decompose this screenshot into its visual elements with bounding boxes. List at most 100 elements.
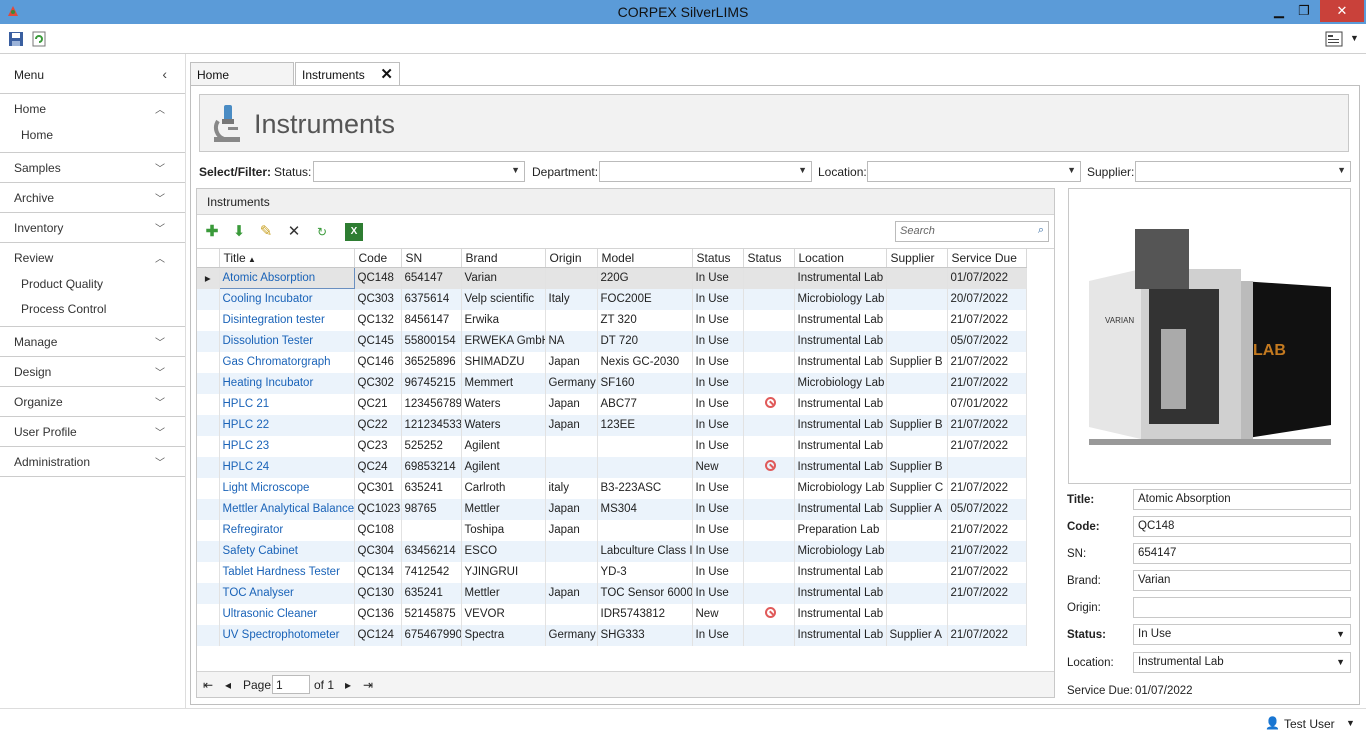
table-cell[interactable]: SHIMADZU xyxy=(461,351,546,373)
table-cell[interactable]: Microbiology Lab xyxy=(794,372,887,394)
table-cell[interactable]: 21/07/2022 xyxy=(947,372,1027,394)
table-cell[interactable] xyxy=(886,267,948,289)
table-cell[interactable]: In Use xyxy=(692,435,744,457)
refresh-grid-icon[interactable]: ↻ xyxy=(313,223,331,241)
column-header[interactable]: Code xyxy=(354,249,402,268)
table-cell[interactable] xyxy=(545,267,598,289)
status-filter-select[interactable]: ▼ xyxy=(313,161,525,182)
chevron-down-icon[interactable]: ﹀ xyxy=(155,190,165,205)
table-cell[interactable]: Varian xyxy=(461,267,546,289)
table-cell[interactable]: NA xyxy=(545,330,598,352)
minimize-button[interactable]: ▁ xyxy=(1265,0,1293,22)
table-cell[interactable] xyxy=(886,309,948,331)
chevron-up-icon[interactable]: ︿ xyxy=(155,101,165,116)
table-cell[interactable]: QC146 xyxy=(354,351,402,373)
table-cell[interactable]: Microbiology Lab xyxy=(794,477,887,499)
table-row[interactable]: Tablet Hardness Tester QC134 7412542 YJINGR… xyxy=(197,561,1027,583)
first-page-icon[interactable]: ⇤ xyxy=(203,678,213,692)
table-row[interactable]: HPLC 24 QC24 69853214 Agilent New Instrumenta… xyxy=(197,456,1027,478)
table-row[interactable]: Refregirator QC108 Toshipa Japan In Use Prepa… xyxy=(197,519,1027,541)
table-cell[interactable]: In Use xyxy=(692,309,744,331)
table-cell[interactable]: Germany xyxy=(545,372,598,394)
instrument-title-link[interactable]: HPLC 24 xyxy=(219,456,355,478)
table-cell[interactable]: B3-223ASC xyxy=(597,477,693,499)
table-row[interactable]: Light Microscope QC301 635241 Carlroth italy… xyxy=(197,477,1027,499)
table-row[interactable]: TOC Analyser QC130 635241 Mettler Japan TOC S… xyxy=(197,582,1027,604)
column-header[interactable]: Status xyxy=(692,249,744,268)
column-header[interactable]: Title ▲ xyxy=(219,249,355,268)
table-cell[interactable]: Waters xyxy=(461,414,546,436)
table-cell[interactable]: 21/07/2022 xyxy=(947,582,1027,604)
table-cell[interactable]: Memmert xyxy=(461,372,546,394)
tab-home[interactable]: Home xyxy=(190,62,294,86)
table-cell[interactable]: 7412542 xyxy=(401,561,462,583)
table-cell[interactable] xyxy=(743,624,795,646)
chevron-down-icon[interactable]: ﹀ xyxy=(155,424,165,439)
table-cell[interactable] xyxy=(743,414,795,436)
table-cell[interactable]: VEVOR xyxy=(461,603,546,625)
table-cell[interactable]: MS304 xyxy=(597,498,693,520)
instrument-title-link[interactable]: Atomic Absorption xyxy=(218,267,355,289)
table-cell[interactable]: Japan xyxy=(545,351,598,373)
menu-section-header[interactable]: Design ﹀ xyxy=(0,357,185,386)
table-cell[interactable] xyxy=(597,519,693,541)
table-cell[interactable]: 220G xyxy=(597,267,693,289)
table-cell[interactable]: Instrumental Lab xyxy=(794,414,887,436)
table-cell[interactable]: 6375614 xyxy=(401,288,462,310)
collapse-menu-icon[interactable]: ‹ xyxy=(162,66,167,82)
table-cell[interactable]: 123EE xyxy=(597,414,693,436)
table-cell[interactable]: Spectra xyxy=(461,624,546,646)
table-cell[interactable]: Japan xyxy=(545,582,598,604)
chevron-up-icon[interactable]: ︿ xyxy=(155,250,165,265)
table-cell[interactable]: 21/07/2022 xyxy=(947,309,1027,331)
table-cell[interactable] xyxy=(743,456,795,478)
menu-section-header[interactable]: Samples ﹀ xyxy=(0,153,185,182)
table-cell[interactable]: In Use xyxy=(692,624,744,646)
menu-section-header[interactable]: Archive ﹀ xyxy=(0,183,185,212)
table-cell[interactable] xyxy=(743,309,795,331)
table-cell[interactable]: Supplier B xyxy=(886,414,948,436)
layout-icon[interactable] xyxy=(1325,31,1343,47)
table-cell[interactable] xyxy=(743,519,795,541)
table-row[interactable]: Safety Cabinet QC304 63456214 ESCO Labcultur… xyxy=(197,540,1027,562)
table-cell[interactable]: DT 720 xyxy=(597,330,693,352)
instrument-title-link[interactable]: Dissolution Tester xyxy=(219,330,355,352)
table-cell[interactable]: QC130 xyxy=(354,582,402,604)
code-field[interactable]: QC148 xyxy=(1133,516,1351,537)
table-cell[interactable]: Instrumental Lab xyxy=(794,267,887,289)
table-cell[interactable]: QC124 xyxy=(354,624,402,646)
table-cell[interactable]: 21/07/2022 xyxy=(947,519,1027,541)
table-cell[interactable]: Italy xyxy=(545,288,598,310)
instrument-title-link[interactable]: HPLC 23 xyxy=(219,435,355,457)
table-cell[interactable] xyxy=(743,435,795,457)
column-header[interactable]: Status xyxy=(743,249,795,268)
table-cell[interactable]: Instrumental Lab xyxy=(794,330,887,352)
table-cell[interactable]: Mettler xyxy=(461,498,546,520)
table-cell[interactable]: New xyxy=(692,456,744,478)
chevron-down-icon[interactable]: ﹀ xyxy=(155,160,165,175)
table-cell[interactable]: 01/07/2022 xyxy=(947,267,1027,289)
table-cell[interactable]: 55800154 xyxy=(401,330,462,352)
table-cell[interactable]: Waters xyxy=(461,393,546,415)
page-input[interactable]: 1 xyxy=(272,675,310,694)
table-cell[interactable]: Supplier A xyxy=(886,624,948,646)
table-cell[interactable] xyxy=(886,372,948,394)
instrument-title-link[interactable]: Mettler Analytical Balance xyxy=(219,498,355,520)
table-cell[interactable]: New xyxy=(692,603,744,625)
table-cell[interactable]: Instrumental Lab xyxy=(794,582,887,604)
table-cell[interactable]: Microbiology Lab xyxy=(794,540,887,562)
sn-field[interactable]: 654147 xyxy=(1133,543,1351,564)
table-row[interactable]: Dissolution Tester QC145 55800154 ERWEKA Gm… xyxy=(197,330,1027,352)
instrument-title-link[interactable]: Cooling Incubator xyxy=(219,288,355,310)
table-cell[interactable]: In Use xyxy=(692,414,744,436)
table-cell[interactable]: Instrumental Lab xyxy=(794,624,887,646)
menu-section-header[interactable]: Manage ﹀ xyxy=(0,327,185,356)
table-cell[interactable]: 96745215 xyxy=(401,372,462,394)
table-cell[interactable]: 21/07/2022 xyxy=(947,561,1027,583)
table-cell[interactable]: YD-3 xyxy=(597,561,693,583)
table-cell[interactable]: Instrumental Lab xyxy=(794,498,887,520)
excel-export-icon[interactable]: X xyxy=(345,223,363,241)
table-cell[interactable] xyxy=(401,519,462,541)
table-cell[interactable]: Nexis GC-2030 xyxy=(597,351,693,373)
table-cell[interactable]: In Use xyxy=(692,393,744,415)
